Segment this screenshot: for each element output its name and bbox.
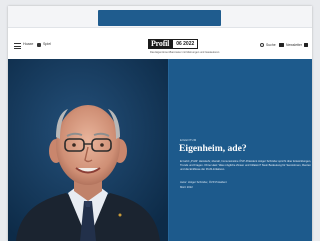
article-kicker: EIGENTUM bbox=[180, 138, 197, 142]
article-author: Autor: Holger Schröder, ÖVP-Präsident bbox=[180, 181, 227, 184]
site-logo[interactable]: Profil 06 2022 bbox=[148, 39, 199, 49]
ad-band bbox=[8, 6, 312, 28]
nav-item-2-icon bbox=[37, 43, 41, 47]
search-link[interactable]: Suche bbox=[266, 43, 276, 47]
article-headline[interactable]: Eigenheim, ade? bbox=[179, 143, 247, 154]
hero-section: EIGENTUM Eigenheim, ade? Er kehrt „Profi… bbox=[8, 59, 312, 241]
search-icon[interactable] bbox=[260, 43, 264, 47]
bag-icon[interactable] bbox=[304, 43, 308, 47]
article-lede: Er kehrt „Profil“ Heimkehr, überall, Imm… bbox=[180, 160, 312, 171]
site-tagline: Das Eigentümer-Barometer mit Meinungen u… bbox=[150, 51, 220, 54]
web-page: Hoaxe Spiel Profil 06 2022 Das Eigentüme… bbox=[8, 6, 312, 241]
article-date: März 2022 bbox=[180, 186, 193, 189]
ad-banner[interactable] bbox=[98, 10, 221, 26]
hero-divider bbox=[168, 59, 169, 241]
logo-wordmark: Profil bbox=[148, 39, 173, 49]
site-header: Hoaxe Spiel Profil 06 2022 Das Eigentüme… bbox=[8, 34, 312, 58]
hamburger-menu-icon[interactable] bbox=[14, 43, 21, 49]
nav-item-2[interactable]: Spiel bbox=[43, 42, 51, 46]
mail-icon[interactable] bbox=[279, 43, 284, 47]
browser-viewport: Hoaxe Spiel Profil 06 2022 Das Eigentüme… bbox=[0, 0, 312, 241]
portrait-photo bbox=[8, 59, 168, 241]
newsletter-link[interactable]: Newsletter bbox=[286, 43, 302, 47]
issue-badge: 06 2022 bbox=[172, 39, 199, 49]
portrait-illustration bbox=[8, 59, 168, 241]
nav-item-1[interactable]: Hoaxe bbox=[23, 42, 33, 46]
